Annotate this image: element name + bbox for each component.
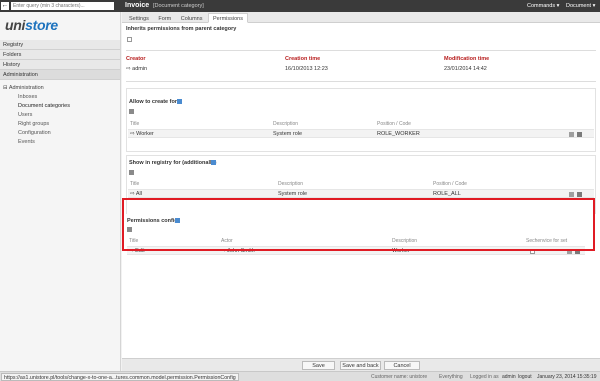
tree-item-inboxes[interactable]: Inboxes [0,93,120,102]
tab-form[interactable]: Form [154,14,175,24]
nav-folders[interactable]: Folders [0,50,120,60]
table-row: ⇨ Worker System role ROLE_WORKER [128,129,594,138]
show-registry-heading: Show in registry for (additionally) [129,160,217,166]
column-header-title: Title [130,181,140,187]
permissions-config-highlight [122,198,595,251]
tab-bar: Settings Form Columns Permissions [122,12,600,23]
modification-time-label: Modification time [444,56,490,62]
row-title[interactable]: ⇨ All [130,191,142,197]
tree-item-users[interactable]: Users [0,111,120,120]
tree-item-document-categories[interactable]: Document categories [0,102,120,111]
creation-time-label: Creation time [285,56,321,62]
divider [126,50,596,51]
inherit-checkbox[interactable] [127,37,132,42]
tab-permissions[interactable]: Permissions [208,13,248,23]
column-header-code: Position / Code [377,121,411,127]
nav-history[interactable]: History [0,60,120,70]
top-bar: ← Invoice [Document category] Commands ▾… [0,0,600,12]
add-icon[interactable] [129,109,134,114]
document-menu[interactable]: Document ▾ [566,2,595,10]
creator-value: ⇨ admin [126,66,148,72]
action-bar: Save Save and back Cancel [122,358,600,371]
commands-menu[interactable]: Commands ▾ [527,2,559,10]
nav-registry[interactable]: Registry [0,40,120,50]
logged-in-prefix: Logged in as [470,374,499,380]
column-header-code: Position / Code [433,181,467,187]
save-button[interactable]: Save [302,361,335,370]
search-input[interactable] [11,2,114,10]
main-panel: Settings Form Columns Permissions Inheri… [122,12,600,371]
tree-root-administration[interactable]: ⊟ Administration [0,84,120,93]
delete-icon[interactable] [577,192,582,197]
everything-scope[interactable]: Everything [439,373,463,381]
row-code: ROLE_WORKER [377,131,420,137]
edit-icon[interactable] [569,192,574,197]
row-code: ROLE_ALL [433,191,461,197]
tree-item-events[interactable]: Events [0,138,120,147]
inherit-label: Inherits permissions from parent categor… [126,26,237,32]
divider [126,81,596,82]
add-icon[interactable] [129,170,134,175]
edit-icon[interactable] [569,132,574,137]
column-header-description: Description [278,181,304,187]
delete-icon[interactable] [577,132,582,137]
status-url: https://as1.unistore.pl/tools/change-x-t… [1,373,239,381]
tree-item-right-groups[interactable]: Right groups [0,120,120,129]
page-subtitle: [Document category] [153,3,204,9]
tree-item-configuration[interactable]: Configuration [0,129,120,138]
column-header-title: Title [130,121,140,127]
cancel-button[interactable]: Cancel [384,361,420,370]
sidebar: unistore Registry Folders History Admini… [0,12,121,371]
creation-time-value: 16/10/2013 12:23 [285,66,328,72]
help-icon[interactable] [211,160,216,165]
admin-tree: ⊟ Administration Inboxes Document catego… [0,80,120,147]
column-header-description: Description [273,121,299,127]
help-icon[interactable] [177,99,182,104]
status-bar: https://as1.unistore.pl/tools/change-x-t… [0,371,600,381]
customer-name: Customer name: unistore [371,374,428,380]
row-description: System role [273,131,303,137]
status-datetime: January 23, 2014 15:35:19 [537,374,597,380]
nav-administration[interactable]: Administration [0,70,120,80]
row-title[interactable]: ⇨ Worker [130,131,154,137]
allow-create-heading: Allow to create for [129,99,177,105]
save-and-back-button[interactable]: Save and back [340,361,381,370]
tab-columns[interactable]: Columns [177,14,207,24]
modification-time-value: 23/01/2014 14:42 [444,66,487,72]
allow-create-panel: Allow to create for Title Description Po… [126,88,596,152]
logged-user[interactable]: admin [502,373,516,381]
creator-label: Creator [126,56,146,62]
logo: unistore [5,17,58,33]
logout-link[interactable]: logout [518,373,532,381]
table-row: ⇨ All System role ROLE_ALL [128,189,594,198]
back-button[interactable]: ← [1,2,9,10]
tab-settings[interactable]: Settings [125,14,153,24]
row-description: System role [278,191,308,197]
page-title: Invoice [125,2,150,9]
